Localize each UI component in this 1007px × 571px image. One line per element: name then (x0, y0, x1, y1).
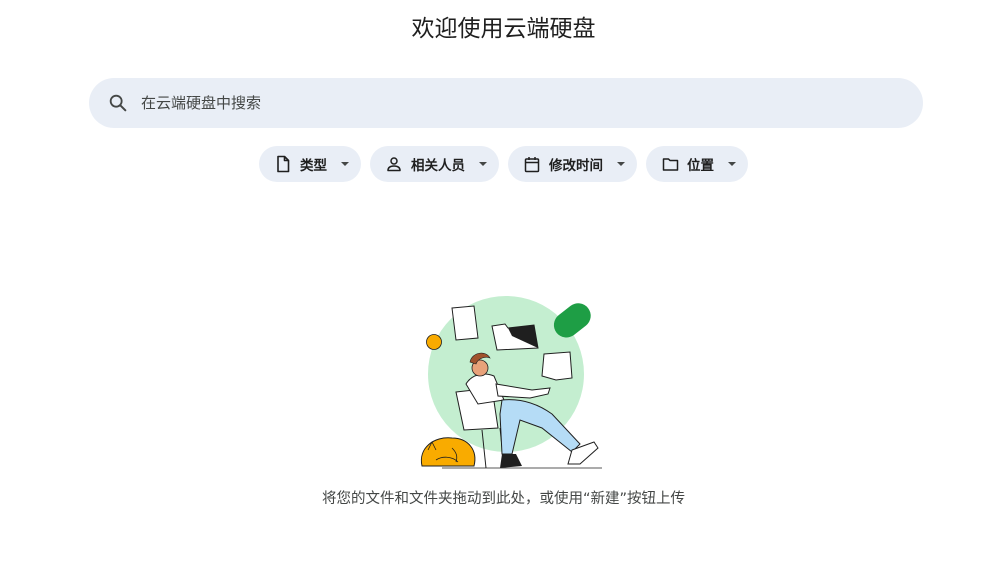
filter-chip-people[interactable]: 相关人员 (370, 146, 499, 182)
filter-chip-modified[interactable]: 修改时间 (508, 146, 637, 182)
search-bar[interactable] (89, 78, 923, 128)
person-icon (385, 155, 403, 173)
drive-home-page: 欢迎使用云端硬盘 类型 (0, 0, 1007, 571)
caret-down-icon (728, 162, 736, 166)
caret-down-icon (617, 162, 625, 166)
filter-chip-label: 类型 (300, 158, 327, 174)
folder-icon (661, 155, 679, 173)
caret-down-icon (479, 162, 487, 166)
page-title: 欢迎使用云端硬盘 (411, 16, 596, 42)
filter-chips: 类型 相关人员 修改时间 位置 (0, 146, 1007, 182)
empty-state-illustration (412, 288, 608, 480)
filter-chip-label: 相关人员 (411, 158, 465, 174)
calendar-icon (523, 155, 541, 173)
file-icon (274, 155, 292, 173)
search-input[interactable] (141, 88, 881, 118)
filter-chip-type[interactable]: 类型 (259, 146, 361, 182)
empty-state-message: 将您的文件和文件夹拖动到此处，或使用“新建”按钮上传 (321, 491, 686, 507)
filter-chip-label: 修改时间 (549, 158, 603, 174)
search-icon[interactable] (106, 91, 130, 115)
filter-chip-label: 位置 (687, 158, 714, 174)
filter-chip-location[interactable]: 位置 (646, 146, 748, 182)
caret-down-icon (341, 162, 349, 166)
